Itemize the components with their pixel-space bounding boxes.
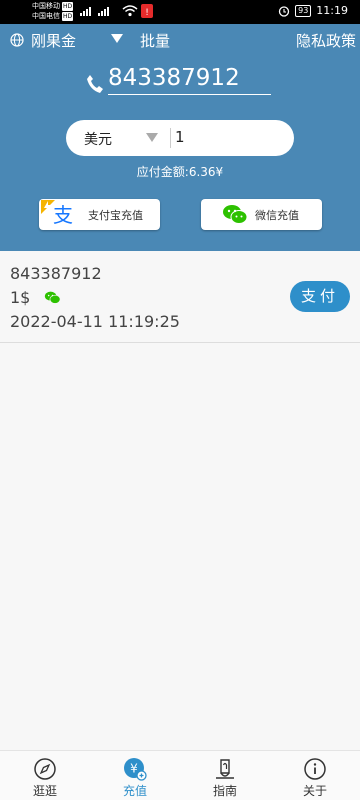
nav-item-about[interactable]: 关于 xyxy=(270,751,360,800)
currency-amount-box: 美元 1 xyxy=(66,120,294,156)
currency-select[interactable]: 美元 xyxy=(84,129,112,149)
amount-input[interactable]: 1 xyxy=(175,128,185,146)
nav-label: 指南 xyxy=(212,784,237,798)
top-nav: 刚果金 批量 隐私政策 xyxy=(0,30,360,50)
record-time: 2022-04-11 11:19:25 xyxy=(10,312,180,331)
wechat-icon xyxy=(44,291,61,304)
clock: 11:19 xyxy=(316,4,348,17)
status-bar: 中国移动 HD 中国电信 HD ! 93 11:19 xyxy=(0,0,360,24)
nav-label: 逛逛 xyxy=(32,784,57,798)
recharge-icon: ¥ xyxy=(124,758,147,781)
guide-icon xyxy=(216,759,234,779)
record-phone: 843387912 xyxy=(10,264,102,283)
globe-icon[interactable] xyxy=(10,33,24,47)
alipay-icon: 支 xyxy=(41,200,73,227)
phone-icon xyxy=(87,75,103,93)
info-icon xyxy=(304,758,326,780)
privacy-policy-link[interactable]: 隐私政策 xyxy=(296,30,356,51)
status-right: 93 11:19 xyxy=(278,4,348,17)
bottom-nav: 逛逛 ¥ 充值 指南 关于 xyxy=(0,750,360,800)
wechat-icon xyxy=(223,205,248,224)
notification-icon: ! xyxy=(141,4,153,18)
pay-button[interactable]: 支付 xyxy=(290,281,350,312)
country-selector[interactable]: 刚果金 xyxy=(31,30,76,51)
wechat-label: 微信充值 xyxy=(255,209,299,222)
batch-button[interactable]: 批量 xyxy=(140,30,170,51)
carrier-1: 中国移动 HD xyxy=(32,2,74,11)
divider xyxy=(170,128,171,148)
nav-label: 充值 xyxy=(122,784,147,798)
alipay-label: 支付宝充值 xyxy=(88,209,143,222)
wechat-recharge-button[interactable]: 微信充值 xyxy=(201,199,322,230)
nav-item-browse[interactable]: 逛逛 xyxy=(0,751,90,800)
nav-item-recharge[interactable]: ¥ 充值 xyxy=(90,751,180,800)
carrier-2: 中国电信 HD xyxy=(32,12,74,21)
phone-number-input[interactable]: 843387912 xyxy=(108,64,271,95)
compass-icon xyxy=(34,758,56,780)
alipay-recharge-button[interactable]: 支 支付宝充值 xyxy=(39,199,160,230)
alarm-icon xyxy=(278,5,290,17)
wifi-icon xyxy=(122,5,138,17)
list-item: 843387912 1$ 2022-04-11 11:19:25 支付 xyxy=(0,251,360,343)
svg-text:支: 支 xyxy=(53,203,73,227)
caret-down-icon[interactable] xyxy=(111,34,123,43)
dropdown-arrow-icon[interactable] xyxy=(146,133,158,142)
nav-label: 关于 xyxy=(302,784,327,798)
signal-icon xyxy=(80,7,109,16)
nav-item-guide[interactable]: 指南 xyxy=(180,751,270,800)
header-panel: 刚果金 批量 隐私政策 843387912 美元 1 应付金额:6.36¥ 支 … xyxy=(0,24,360,251)
battery-level: 93 xyxy=(295,4,312,17)
record-amount: 1$ xyxy=(10,288,31,307)
payable-amount: 应付金额:6.36¥ xyxy=(136,165,224,179)
svg-text:!: ! xyxy=(145,8,149,18)
